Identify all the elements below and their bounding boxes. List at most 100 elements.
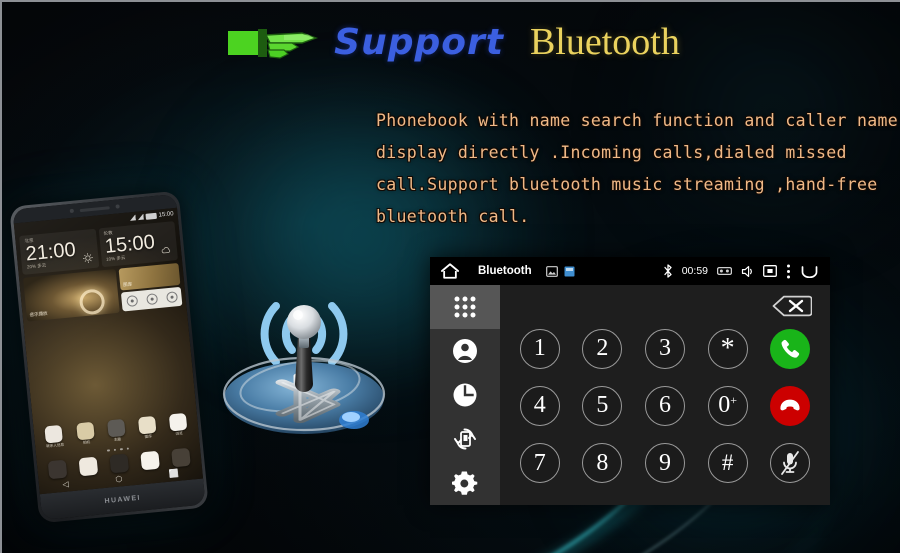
key-1[interactable]: 1 bbox=[519, 328, 560, 369]
gear-icon bbox=[451, 470, 477, 495]
image-icon bbox=[545, 265, 558, 277]
dialer-status-bar: Bluetooth 00:59 bbox=[430, 257, 830, 285]
key-4[interactable]: 4 bbox=[519, 385, 560, 426]
key-0[interactable]: 0 + bbox=[707, 385, 748, 426]
phone-tile-column: 图库 bbox=[118, 262, 183, 313]
page-dot bbox=[126, 447, 129, 450]
phone-brand-label: HUAWEI bbox=[104, 494, 142, 505]
key-mute[interactable] bbox=[770, 443, 811, 484]
key-0-plus: + bbox=[730, 393, 737, 408]
music-tile-label: 音乐播放 bbox=[29, 310, 48, 318]
call-handset-icon bbox=[781, 339, 800, 358]
app-square-icon bbox=[564, 266, 575, 276]
dialer-body: 1 2 3 * 4 5 6 0 + 7 8 9 # bbox=[430, 285, 830, 505]
key-3[interactable]: 3 bbox=[644, 328, 685, 369]
gallery-tile: 图库 bbox=[118, 262, 181, 291]
sidebar-sync[interactable] bbox=[430, 417, 500, 461]
battery-icon bbox=[145, 212, 157, 220]
page-dot bbox=[119, 447, 123, 451]
music-ring-art bbox=[78, 288, 106, 316]
app-contacts-icon bbox=[44, 424, 64, 444]
status-right-icons: 00:59 bbox=[663, 264, 820, 279]
sd-card-icon bbox=[717, 266, 732, 276]
phone-body: 15:00 北京 21:00 20% 多云 伦敦 15:00 10% 多云 音乐… bbox=[12, 193, 206, 521]
bluetooth-logo-graphic bbox=[222, 302, 386, 434]
key-9[interactable]: 9 bbox=[644, 443, 685, 484]
weather-widget: 北京 21:00 20% 多云 bbox=[18, 228, 99, 275]
backspace-row bbox=[510, 291, 820, 321]
dialpad-grid: 1 2 3 * 4 5 6 0 + 7 8 9 # bbox=[510, 321, 820, 491]
app-item: 主题 bbox=[107, 418, 126, 444]
dialer-keypad-panel: 1 2 3 * 4 5 6 0 + 7 8 9 # bbox=[500, 285, 830, 505]
sun-icon bbox=[82, 253, 93, 264]
end-call-icon bbox=[780, 399, 800, 411]
app-item: 浏览 bbox=[168, 412, 188, 438]
status-left-icons bbox=[545, 265, 575, 277]
app-item: 图库 bbox=[137, 415, 157, 441]
description-line: Phonebook with name search function and … bbox=[376, 111, 898, 130]
volume-icon[interactable] bbox=[741, 265, 754, 278]
huawei-phone-image: 15:00 北京 21:00 20% 多云 伦敦 15:00 10% 多云 音乐… bbox=[9, 190, 209, 524]
keypad-dots-icon bbox=[454, 296, 476, 318]
screenshot-icon[interactable] bbox=[763, 265, 777, 277]
app-label: 主题 bbox=[113, 437, 122, 442]
page-dot bbox=[113, 448, 117, 451]
sidebar-contacts[interactable] bbox=[430, 329, 500, 373]
signal-icon bbox=[129, 214, 136, 221]
description-paragraph: Phonebook with name search function and … bbox=[376, 105, 898, 233]
bluetooth-icon bbox=[664, 264, 672, 278]
app-label: 相机 bbox=[82, 440, 91, 445]
play-control-icon bbox=[145, 293, 158, 306]
earpiece-slot bbox=[79, 205, 110, 212]
sidebar-history[interactable] bbox=[430, 373, 500, 417]
key-7[interactable]: 7 bbox=[519, 443, 560, 484]
key-star[interactable]: * bbox=[707, 328, 748, 369]
description-line: display directly .Incoming calls,dialed … bbox=[376, 143, 847, 162]
sidebar-keypad[interactable] bbox=[430, 285, 500, 329]
phone-sync-icon bbox=[454, 428, 476, 450]
home-icon[interactable] bbox=[440, 262, 460, 280]
clock-icon bbox=[453, 383, 477, 407]
pointing-hand-icon bbox=[228, 29, 319, 59]
key-end-call[interactable] bbox=[770, 385, 811, 426]
page-header: Support Bluetooth bbox=[2, 20, 900, 64]
gallery-tile-label: 图库 bbox=[122, 281, 133, 288]
dock-mail-icon bbox=[140, 450, 161, 471]
music-tile: 音乐播放 bbox=[23, 268, 120, 322]
app-item: 相机 bbox=[76, 421, 95, 447]
app-label: 图库 bbox=[144, 434, 153, 439]
app-settings-icon bbox=[107, 418, 126, 438]
media-controls-tile bbox=[120, 286, 183, 312]
key-0-label: 0 bbox=[718, 392, 731, 419]
back-icon[interactable] bbox=[800, 265, 820, 278]
key-hash[interactable]: # bbox=[707, 443, 748, 484]
person-icon bbox=[453, 339, 477, 363]
app-camera-icon bbox=[76, 421, 95, 441]
overflow-menu-icon[interactable] bbox=[786, 264, 791, 279]
phone-status-time: 15:00 bbox=[158, 210, 174, 219]
dock-phone-icon bbox=[47, 459, 67, 480]
title-support: Support bbox=[334, 21, 504, 63]
nav-recents-button: ⬜ bbox=[168, 468, 180, 479]
signal-icon bbox=[137, 214, 144, 221]
app-browser-icon bbox=[168, 412, 188, 432]
key-8[interactable]: 8 bbox=[582, 443, 623, 484]
nav-back-button: ◁ bbox=[62, 478, 69, 489]
antenna-ball bbox=[287, 305, 321, 339]
key-5[interactable]: 5 bbox=[582, 385, 623, 426]
backspace-icon[interactable] bbox=[772, 295, 812, 317]
car-stereo-bluetooth-dialer: Bluetooth 00:59 1 2 3 * 4 5 6 0 + 7 8 9 … bbox=[430, 257, 830, 505]
title-bluetooth: Bluetooth bbox=[529, 21, 680, 63]
key-6[interactable]: 6 bbox=[644, 385, 685, 426]
sidebar-settings[interactable] bbox=[430, 461, 500, 505]
nav-home-button: ⬡ bbox=[114, 473, 123, 484]
dialer-clock: 00:59 bbox=[681, 265, 708, 277]
page-dot bbox=[106, 448, 110, 452]
key-call[interactable] bbox=[770, 328, 811, 369]
key-2[interactable]: 2 bbox=[582, 328, 623, 369]
dialer-sidebar bbox=[430, 285, 500, 505]
app-label: 联系人信息 bbox=[46, 442, 65, 449]
cloud-icon bbox=[161, 247, 171, 254]
front-camera-icon bbox=[69, 208, 75, 214]
app-item: 联系人信息 bbox=[44, 424, 65, 450]
